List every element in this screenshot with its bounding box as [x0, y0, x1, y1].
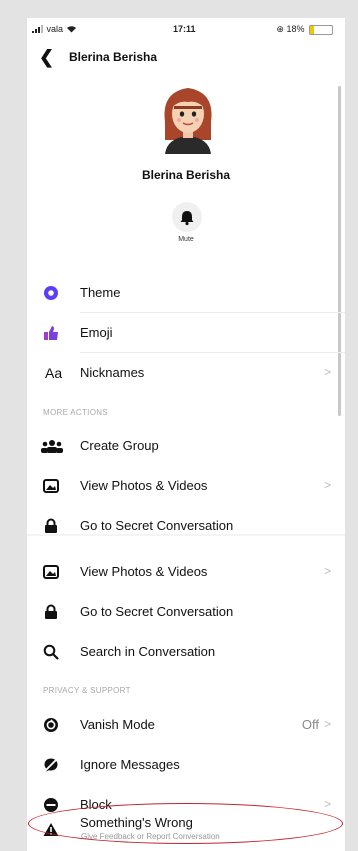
- carrier-signal: vala: [32, 24, 77, 34]
- view-photos-row-2[interactable]: View Photos & Videos >: [27, 552, 345, 592]
- vanish-mode-row[interactable]: Vanish Mode Off >: [27, 705, 345, 745]
- view-photos-row[interactable]: View Photos & Videos >: [27, 466, 345, 506]
- search-conversation-label: Search in Conversation: [80, 644, 216, 659]
- lock-icon: [43, 518, 59, 534]
- nicknames-label: Nicknames: [80, 365, 145, 380]
- lock-icon: [43, 604, 59, 620]
- location-icon: ⊕: [276, 24, 284, 34]
- text-aa-icon: Aa: [45, 365, 63, 381]
- emoji-label: Emoji: [80, 325, 113, 340]
- nav-bar: ❮ Blerina Berisha: [27, 46, 345, 70]
- secret-conversation-row[interactable]: Go to Secret Conversation: [27, 506, 345, 546]
- view-photos-label: View Photos & Videos: [80, 564, 208, 579]
- create-group-row[interactable]: Create Group: [27, 426, 345, 466]
- search-icon: [43, 644, 59, 660]
- ignore-messages-label: Ignore Messages: [80, 757, 180, 772]
- signal-icon: [32, 25, 43, 33]
- secret-conversation-label: Go to Secret Conversation: [80, 518, 234, 533]
- group-icon: [41, 438, 63, 454]
- status-bar: vala 17:11 ⊕ 18%: [27, 18, 345, 40]
- photo-icon: [43, 564, 59, 580]
- chevron-right-icon: >: [323, 717, 331, 731]
- secret-conversation-row-2[interactable]: Go to Secret Conversation: [27, 592, 345, 632]
- view-photos-label: View Photos & Videos: [80, 478, 208, 493]
- search-conversation-row[interactable]: Search in Conversation: [27, 632, 345, 672]
- bell-icon: [180, 211, 194, 226]
- status-time: 17:11: [173, 24, 196, 34]
- chevron-right-icon: >: [323, 365, 331, 379]
- theme-label: Theme: [80, 285, 121, 300]
- mute-label: Mute: [178, 236, 194, 243]
- profile-name: Blerina Berisha: [141, 168, 231, 182]
- battery-icon: [309, 24, 333, 35]
- wifi-icon: [66, 26, 76, 33]
- screenshot-seam: [27, 534, 345, 536]
- privacy-support-header: PRIVACY & SUPPORT: [43, 686, 131, 695]
- vanish-mode-icon: [43, 717, 59, 733]
- profile-avatar[interactable]: [157, 82, 219, 154]
- battery-percent: 18%: [286, 24, 305, 34]
- ignore-messages-icon: [43, 757, 59, 773]
- chevron-right-icon: >: [323, 564, 331, 578]
- theme-row[interactable]: Theme: [27, 273, 345, 313]
- ignore-messages-row[interactable]: Ignore Messages: [27, 745, 345, 785]
- red-highlight-ellipse: [28, 803, 343, 844]
- nav-title: Blerina Berisha: [69, 50, 158, 64]
- chevron-right-icon: >: [323, 797, 331, 811]
- more-actions-header: MORE ACTIONS: [43, 408, 108, 417]
- carrier-name: vala: [46, 24, 64, 34]
- create-group-label: Create Group: [80, 438, 159, 453]
- thumbs-up-icon: [43, 325, 59, 341]
- chevron-right-icon: >: [323, 478, 331, 492]
- phone-screen: vala 17:11 ⊕ 18% ❮ Blerina Berisha Bleri…: [27, 18, 345, 851]
- secret-conversation-label: Go to Secret Conversation: [80, 604, 234, 619]
- photo-icon: [43, 478, 59, 494]
- battery-status: ⊕ 18%: [276, 24, 333, 35]
- vanish-mode-value: Off: [301, 717, 319, 732]
- back-icon[interactable]: ❮: [39, 48, 54, 66]
- emoji-row[interactable]: Emoji: [27, 313, 345, 353]
- mute-button[interactable]: [172, 202, 202, 232]
- theme-icon: [43, 285, 59, 301]
- nicknames-row[interactable]: Aa Nicknames >: [27, 353, 345, 393]
- vanish-mode-label: Vanish Mode: [80, 717, 155, 732]
